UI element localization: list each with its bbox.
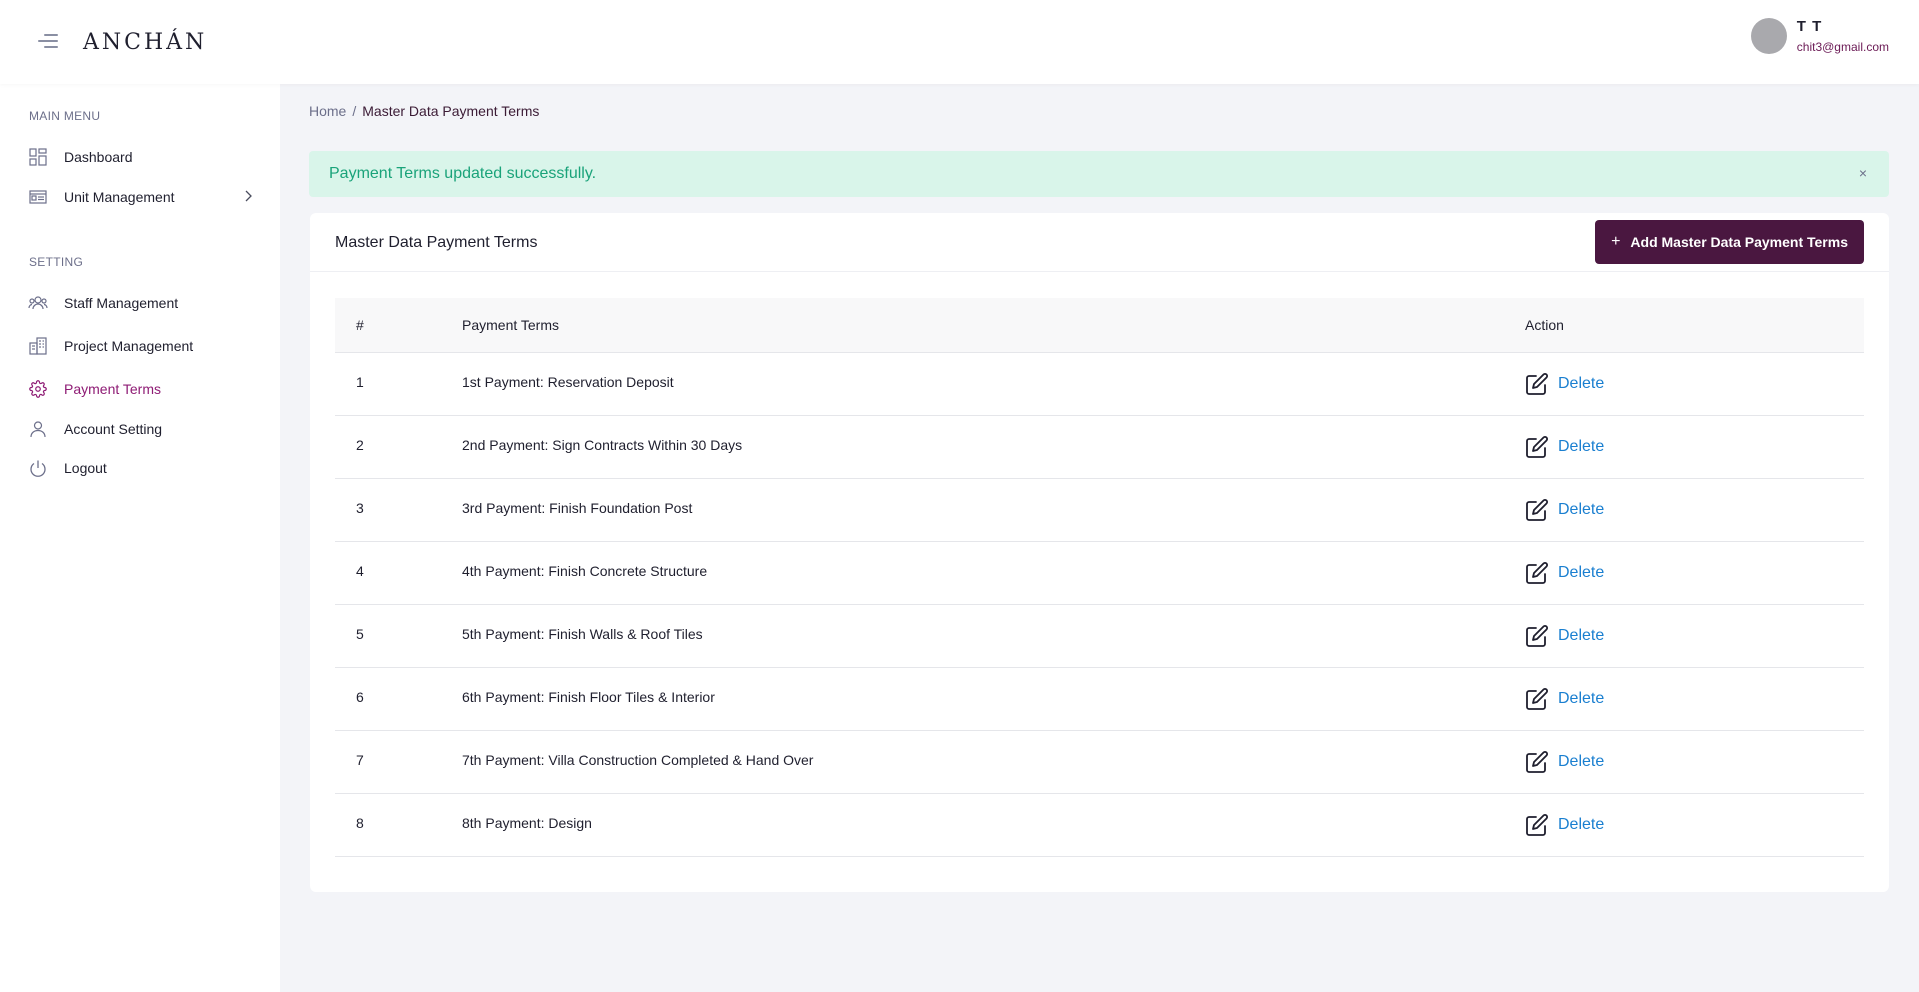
sidebar-item-logout[interactable]: Logout [28, 454, 253, 482]
delete-link[interactable]: Delete [1558, 375, 1604, 393]
sidebar-item-label: Logout [64, 460, 107, 476]
edit-icon[interactable] [1525, 624, 1549, 648]
section-label-main-menu: MAIN MENU [29, 109, 101, 123]
sidebar-item-label: Payment Terms [64, 381, 161, 397]
sidebar-item-label: Unit Management [64, 189, 175, 205]
delete-link[interactable]: Delete [1558, 501, 1604, 519]
menu-toggle-icon[interactable] [38, 34, 60, 50]
user-email: chit3@gmail.com [1796, 40, 1889, 54]
row-actions: Delete [1525, 435, 1864, 459]
row-number: 7 [356, 751, 364, 768]
row-actions: Delete [1525, 687, 1864, 711]
delete-link[interactable]: Delete [1558, 438, 1604, 456]
breadcrumb-home-link[interactable]: Home [309, 103, 346, 119]
sidebar-item-dashboard[interactable]: Dashboard [28, 143, 253, 171]
breadcrumb: Home / Master Data Payment Terms [309, 103, 539, 119]
sidebar-item-project-management[interactable]: Project Management [28, 332, 253, 360]
row-actions: Delete [1525, 561, 1864, 585]
edit-icon[interactable] [1525, 813, 1549, 837]
success-alert: Payment Terms updated successfully. × [309, 151, 1889, 197]
edit-icon[interactable] [1525, 687, 1549, 711]
staff-icon [28, 293, 48, 313]
row-number: 4 [356, 562, 364, 579]
brand-logo[interactable]: ANCHÁN [83, 30, 207, 55]
delete-link[interactable]: Delete [1558, 816, 1604, 834]
delete-link[interactable]: Delete [1558, 690, 1604, 708]
sidebar-item-unit-management[interactable]: Unit Management [28, 183, 253, 211]
gear-icon [28, 379, 48, 399]
row-payment-term: 8th Payment: Design [462, 814, 592, 831]
breadcrumb-current: Master Data Payment Terms [362, 103, 540, 119]
table-row: 1 1st Payment: Reservation Deposit Delet… [335, 353, 1864, 416]
delete-link[interactable]: Delete [1558, 627, 1604, 645]
row-actions: Delete [1525, 624, 1864, 648]
add-payment-terms-button[interactable]: + Add Master Data Payment Terms [1595, 220, 1864, 264]
row-actions: Delete [1525, 498, 1864, 522]
sidebar-item-payment-terms[interactable]: Payment Terms [28, 375, 253, 403]
table-row: 6 6th Payment: Finish Floor Tiles & Inte… [335, 668, 1864, 731]
row-actions: Delete [1525, 813, 1864, 837]
column-header-action: Action [1525, 317, 1564, 333]
row-payment-term: 2nd Payment: Sign Contracts Within 30 Da… [462, 436, 743, 453]
page-title: Master Data Payment Terms [335, 234, 538, 251]
column-header-payment-terms: Payment Terms [462, 317, 559, 333]
table-row: 4 4th Payment: Finish Concrete Structure… [335, 542, 1864, 605]
sidebar-item-account-setting[interactable]: Account Setting [28, 415, 253, 443]
row-number: 1 [356, 373, 364, 390]
add-button-label: Add Master Data Payment Terms [1630, 234, 1848, 250]
sidebar: MAIN MENU Dashboard Unit Management SETT… [0, 84, 280, 992]
table-row: 7 7th Payment: Villa Construction Comple… [335, 731, 1864, 794]
dashboard-icon [28, 147, 48, 167]
sidebar-item-staff-management[interactable]: Staff Management [28, 289, 253, 317]
alert-message: Payment Terms updated successfully. [329, 165, 597, 182]
user-name: T T [1796, 18, 1823, 35]
edit-icon[interactable] [1525, 561, 1549, 585]
edit-icon[interactable] [1525, 435, 1549, 459]
sidebar-item-label: Staff Management [64, 295, 179, 311]
row-payment-term: 7th Payment: Villa Construction Complete… [462, 751, 814, 768]
row-payment-term: 1st Payment: Reservation Deposit [462, 373, 674, 390]
sidebar-item-label: Project Management [64, 338, 194, 354]
unit-icon [28, 187, 48, 207]
edit-icon[interactable] [1525, 498, 1549, 522]
power-icon [28, 458, 48, 478]
row-actions: Delete [1525, 750, 1864, 774]
row-payment-term: 6th Payment: Finish Floor Tiles & Interi… [462, 688, 715, 705]
card-header: Master Data Payment Terms + Add Master D… [310, 213, 1889, 272]
row-number: 2 [356, 436, 364, 453]
user-profile[interactable]: T T chit3@gmail.com [1750, 18, 1889, 54]
table-body: 1 1st Payment: Reservation Deposit Delet… [335, 353, 1864, 857]
top-header: ANCHÁN T T chit3@gmail.com [0, 0, 1919, 84]
section-label-setting: SETTING [29, 255, 84, 269]
edit-icon[interactable] [1525, 372, 1549, 396]
chevron-right-icon [243, 189, 253, 208]
breadcrumb-separator: / [352, 103, 357, 119]
table-row: 8 8th Payment: Design Delete [335, 794, 1864, 857]
table-row: 3 3rd Payment: Finish Foundation Post De… [335, 479, 1864, 542]
building-icon [28, 336, 48, 356]
payment-terms-card: Master Data Payment Terms + Add Master D… [310, 213, 1889, 892]
row-actions: Delete [1525, 372, 1864, 396]
sidebar-item-label: Dashboard [64, 149, 133, 165]
table-row: 5 5th Payment: Finish Walls & Roof Tiles… [335, 605, 1864, 668]
row-number: 8 [356, 814, 364, 831]
row-payment-term: 3rd Payment: Finish Foundation Post [462, 499, 693, 516]
user-icon [28, 419, 48, 439]
plus-icon: + [1611, 233, 1621, 250]
payment-terms-table: # Payment Terms Action 1 1st Payment: Re… [335, 298, 1864, 857]
edit-icon[interactable] [1525, 750, 1549, 774]
row-payment-term: 5th Payment: Finish Walls & Roof Tiles [462, 625, 703, 642]
row-number: 5 [356, 625, 364, 642]
close-icon[interactable]: × [1859, 165, 1867, 181]
delete-link[interactable]: Delete [1558, 564, 1604, 582]
row-number: 6 [356, 688, 364, 705]
delete-link[interactable]: Delete [1558, 753, 1604, 771]
sidebar-item-label: Account Setting [64, 421, 163, 437]
row-payment-term: 4th Payment: Finish Concrete Structure [462, 562, 708, 579]
table-row: 2 2nd Payment: Sign Contracts Within 30 … [335, 416, 1864, 479]
row-number: 3 [356, 499, 364, 516]
avatar[interactable] [1750, 18, 1787, 54]
table-header: # Payment Terms Action [335, 298, 1864, 353]
column-header-number: # [356, 317, 364, 333]
